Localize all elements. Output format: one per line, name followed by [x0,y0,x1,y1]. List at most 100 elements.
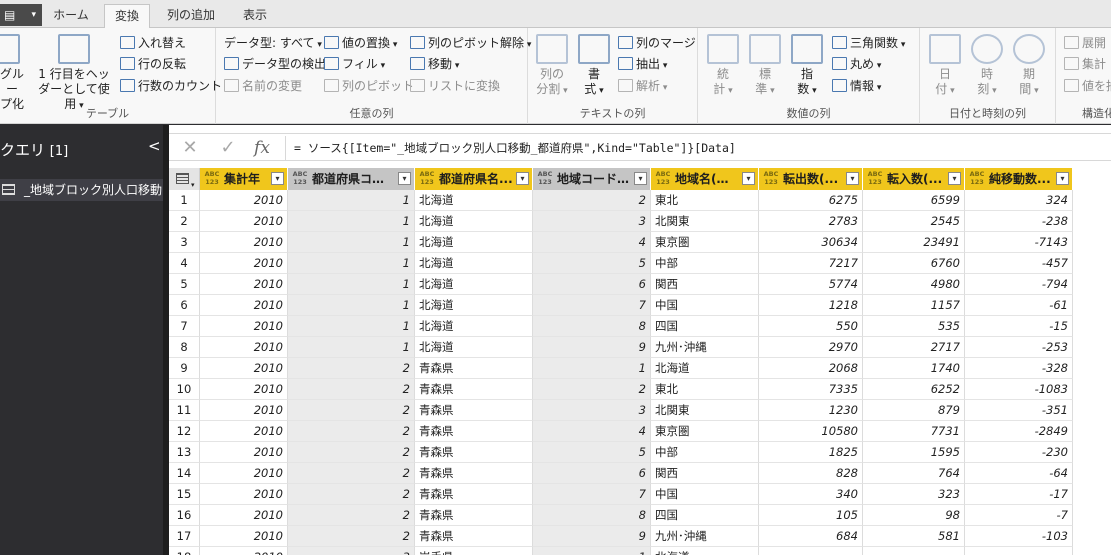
filter-dropdown-icon[interactable]: ▾ [516,172,529,185]
table-cell[interactable]: 6275 [759,190,863,211]
extract-values-button[interactable]: 値を抽 [1064,76,1111,96]
table-cell[interactable]: 東京圏 [651,232,759,253]
insert-function-icon[interactable]: fx [245,136,279,160]
any-type-icon[interactable]: ABC 123 [291,170,309,188]
table-row[interactable]: 11 2010 2 青森県 3 北関東 1230 879 -351 [169,400,1111,421]
table-cell[interactable]: -7 [965,505,1073,526]
table-cell[interactable] [759,547,863,555]
tab-add-column[interactable]: 列の追加 [160,4,222,28]
tab-home[interactable]: ホーム [46,4,96,28]
rename-button[interactable]: 名前の変更 [224,76,302,96]
table-cell[interactable]: 北海道 [651,547,759,555]
pivot-column-button[interactable]: 列のピボット [324,76,414,96]
aggregate-button[interactable]: 集計 [1064,54,1106,74]
table-cell[interactable]: 2010 [200,274,288,295]
table-cell[interactable]: 1 [288,274,415,295]
table-row[interactable]: 2 2010 1 北海道 3 北関東 2783 2545 -238 [169,211,1111,232]
table-cell[interactable]: 2010 [200,547,288,555]
table-cell[interactable]: 879 [863,400,965,421]
table-cell[interactable]: 青森県 [415,505,533,526]
table-cell[interactable]: 青森県 [415,379,533,400]
table-cell[interactable]: 2010 [200,358,288,379]
table-cell[interactable]: 6760 [863,253,965,274]
any-type-icon[interactable]: ABC 123 [418,170,436,188]
table-cell[interactable]: 2010 [200,295,288,316]
table-row[interactable]: 16 2010 2 青森県 8 四国 105 98 -7 [169,505,1111,526]
table-cell[interactable]: -253 [965,337,1073,358]
table-cell[interactable]: 北海道 [415,337,533,358]
time-button[interactable]: 時 刻 [970,34,1004,99]
column-header[interactable]: ABC 123 転出数(... ▾ [759,168,863,190]
table-cell[interactable]: 2 [288,505,415,526]
table-cell[interactable]: 5 [533,253,651,274]
table-cell[interactable]: 7 [533,295,651,316]
tab-view[interactable]: 表示 [232,4,278,28]
any-type-icon[interactable]: ABC 123 [866,170,884,188]
table-cell[interactable]: 828 [759,463,863,484]
column-header[interactable]: ABC 123 転入数(... ▾ [863,168,965,190]
table-cell[interactable]: 九州･沖縄 [651,337,759,358]
table-cell[interactable]: 9 [533,526,651,547]
table-menu-icon[interactable]: ▾ [169,168,200,190]
parse-button[interactable]: 解析 [618,76,667,96]
table-cell[interactable]: -238 [965,211,1073,232]
table-cell[interactable]: 2010 [200,442,288,463]
app-menu-button[interactable]: ▤ ▾ [0,4,42,26]
table-row[interactable]: 13 2010 2 青森県 5 中部 1825 1595 -230 [169,442,1111,463]
standard-button[interactable]: 標 準 [748,34,782,99]
fill-button[interactable]: フィル [324,54,385,74]
table-row[interactable]: 14 2010 2 青森県 6 関西 828 764 -64 [169,463,1111,484]
table-cell[interactable]: 2010 [200,211,288,232]
table-cell[interactable]: 6252 [863,379,965,400]
filter-dropdown-icon[interactable]: ▾ [742,172,755,185]
table-row[interactable]: 1820103岩手県1北海道 [169,547,1111,555]
table-row[interactable]: 9 2010 2 青森県 1 北海道 2068 1740 -328 [169,358,1111,379]
table-cell[interactable]: 2 [288,400,415,421]
table-cell[interactable]: 3 [288,547,415,555]
filter-dropdown-icon[interactable]: ▾ [846,172,859,185]
table-cell[interactable]: 北海道 [415,316,533,337]
table-cell[interactable]: 1 [288,190,415,211]
commit-formula-icon[interactable]: ✓ [211,136,245,160]
date-button[interactable]: 日 付 [928,34,962,99]
table-cell[interactable]: 2 [288,484,415,505]
table-cell[interactable]: 4 [533,421,651,442]
table-cell[interactable]: 6599 [863,190,965,211]
collapse-pane-icon[interactable]: < [148,137,161,155]
table-cell[interactable]: 関西 [651,274,759,295]
table-cell[interactable]: 2010 [200,526,288,547]
table-cell[interactable]: 1825 [759,442,863,463]
table-cell[interactable]: -1083 [965,379,1073,400]
table-cell[interactable]: 7217 [759,253,863,274]
table-cell[interactable]: 1157 [863,295,965,316]
merge-columns-button[interactable]: 列のマージ [618,33,696,53]
table-cell[interactable]: 2545 [863,211,965,232]
table-cell[interactable]: 青森県 [415,442,533,463]
table-cell[interactable]: 2 [288,526,415,547]
table-row[interactable]: 17 2010 2 青森県 9 九州･沖縄 684 581 -103 [169,526,1111,547]
table-row[interactable]: 8 2010 1 北海道 9 九州･沖縄 2970 2717 -253 [169,337,1111,358]
detect-data-type-button[interactable]: データ型の検出 [224,54,326,74]
table-cell[interactable]: -351 [965,400,1073,421]
table-cell[interactable]: -61 [965,295,1073,316]
table-cell[interactable]: 2010 [200,337,288,358]
table-cell[interactable]: 2068 [759,358,863,379]
use-first-row-as-headers-button[interactable]: 1 行目をヘッ ダーとして使用 [36,34,112,114]
column-header[interactable]: ABC 123 地域コード(... ▾ [533,168,651,190]
column-header[interactable]: ABC 123 純移動数... ▾ [965,168,1073,190]
table-cell[interactable]: 2010 [200,463,288,484]
table-cell[interactable]: 2 [288,379,415,400]
table-cell[interactable]: 中部 [651,442,759,463]
table-cell[interactable]: 5774 [759,274,863,295]
filter-dropdown-icon[interactable]: ▾ [634,172,647,185]
table-cell[interactable]: 3 [533,400,651,421]
table-cell[interactable]: 北関東 [651,211,759,232]
table-cell[interactable]: 1 [288,295,415,316]
table-cell[interactable]: 2010 [200,484,288,505]
table-cell[interactable]: 6 [533,274,651,295]
table-cell[interactable]: 青森県 [415,526,533,547]
table-cell[interactable]: 2717 [863,337,965,358]
table-cell[interactable]: 2 [533,190,651,211]
table-cell[interactable]: 2 [288,463,415,484]
reverse-rows-button[interactable]: 行の反転 [120,54,186,74]
